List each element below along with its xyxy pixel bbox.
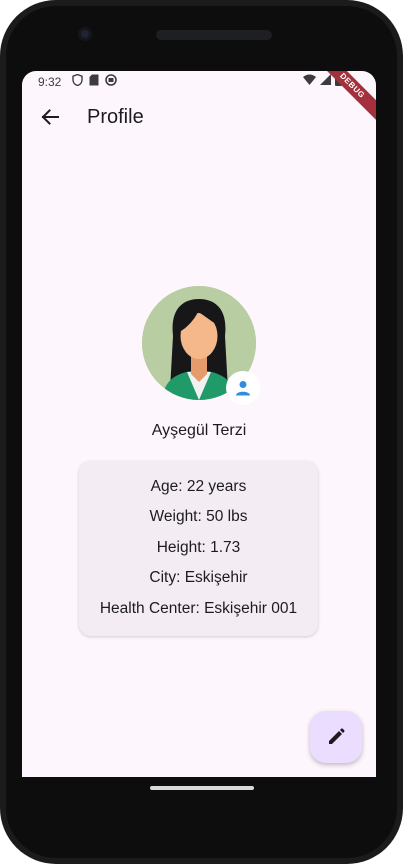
avatar-badge[interactable] <box>226 371 260 405</box>
profile-avatar-container <box>142 286 260 405</box>
back-button[interactable] <box>32 99 68 135</box>
front-camera <box>78 27 92 41</box>
status-notification-icons <box>72 74 117 86</box>
age-text: Age: 22 years <box>150 478 247 495</box>
app-bar: Profile <box>22 93 376 143</box>
edit-profile-button[interactable] <box>310 711 362 763</box>
app-screen: 9:32 DEBUG Profile Ayşegül Terzi Age: 22… <box>22 71 376 777</box>
height-text: Height: 1.73 <box>156 539 241 556</box>
volume-button <box>399 214 403 272</box>
status-bar: 9:32 DEBUG <box>22 71 376 127</box>
status-time: 9:32 <box>38 75 62 89</box>
shield-icon <box>72 74 83 86</box>
edit-icon <box>329 728 345 744</box>
arrow-back-icon <box>41 109 59 125</box>
power-button <box>399 332 403 442</box>
person-icon <box>236 381 250 396</box>
weight-text: Weight: 50 lbs <box>149 508 248 525</box>
profile-details-card: Age: 22 years Weight: 50 lbs Height: 1.7… <box>79 461 318 636</box>
sd-card-icon <box>89 74 99 86</box>
profile-name: Ayşegül Terzi <box>151 422 247 439</box>
gesture-navigation-bar[interactable] <box>150 786 254 790</box>
earpiece-speaker <box>156 30 272 40</box>
health-center-text: Health Center: Eskişehir 001 <box>99 600 298 617</box>
signal-icon <box>320 74 331 85</box>
page-title: Profile <box>87 106 144 128</box>
wifi-icon <box>303 74 316 85</box>
app-icon <box>105 74 117 86</box>
city-text: City: Eskişehir <box>149 569 248 586</box>
